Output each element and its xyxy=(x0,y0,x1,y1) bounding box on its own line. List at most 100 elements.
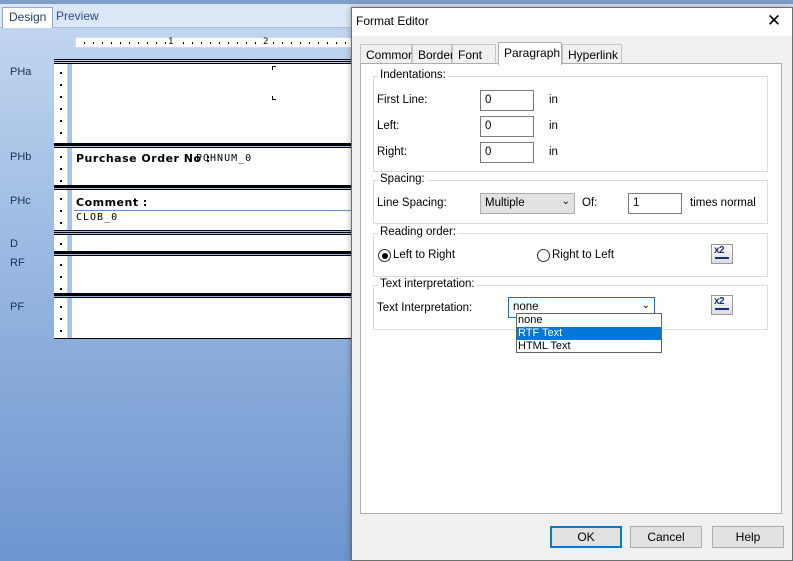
band-gutter-dot xyxy=(60,306,62,308)
ruler-tick xyxy=(291,42,292,44)
band-divider xyxy=(54,251,354,254)
band-gutter-dot xyxy=(60,132,62,134)
ruler-tick xyxy=(327,42,328,44)
po-value-field[interactable]: POHNUM_0 xyxy=(196,153,252,164)
format-editor-dialog: Format Editor ✕ Common Border Font Parag… xyxy=(351,7,793,561)
text-interpretation-label: Text Interpretation: xyxy=(377,302,473,314)
indentations-title: Indentations: xyxy=(378,69,448,81)
band-gutter-dot xyxy=(60,108,62,110)
dropdown-option-none[interactable]: none xyxy=(517,314,661,327)
spacing-title: Spacing: xyxy=(378,173,427,185)
po-label-field[interactable]: Purchase Order No : xyxy=(76,152,211,165)
reading-order-group: Reading order: Left to Right Right to Le… xyxy=(373,226,768,277)
ruler-tick xyxy=(102,42,103,44)
dialog-tabs: Common Border Font Paragraph Hyperlink xyxy=(360,42,780,65)
band-gutter-dot xyxy=(60,276,62,278)
tab-preview[interactable]: Preview xyxy=(50,7,105,28)
band-label-rf: RF xyxy=(10,257,25,269)
dropdown-option-html[interactable]: HTML Text xyxy=(517,340,661,353)
band-gutter-dot xyxy=(60,222,62,224)
dialog-titlebar[interactable]: Format Editor ✕ xyxy=(352,8,792,36)
times-normal-label: times normal xyxy=(690,197,756,209)
band-label-d: D xyxy=(10,238,18,250)
rtl-label[interactable]: Right to Left xyxy=(552,249,614,261)
ruler-tick xyxy=(93,42,94,44)
chevron-down-icon: ⌄ xyxy=(561,196,570,207)
left-indent-input[interactable]: 0 xyxy=(480,116,534,137)
ruler-tick xyxy=(156,42,157,44)
first-line-unit: in xyxy=(549,94,558,106)
band-gutter-dot xyxy=(60,264,62,266)
ruler-tick xyxy=(183,42,184,44)
spacing-of-input[interactable]: 1 xyxy=(628,193,682,214)
band-gutter-dot xyxy=(60,84,62,86)
text-interpretation-title: Text interpretation: xyxy=(378,278,477,290)
right-indent-unit: in xyxy=(549,146,558,158)
ruler-tick xyxy=(120,42,121,44)
band-divider xyxy=(54,230,354,233)
ok-button[interactable]: OK xyxy=(550,526,622,548)
indentations-group: Indentations: First Line: 0 in Left: 0 i… xyxy=(373,69,768,172)
ruler-mark-1: 1 xyxy=(168,37,174,47)
cancel-button[interactable]: Cancel xyxy=(630,526,702,548)
expression-icon[interactable]: x2 xyxy=(711,244,733,264)
ltr-label[interactable]: Left to Right xyxy=(393,249,455,261)
dropdown-option-rtf[interactable]: RTF Text xyxy=(517,327,661,340)
band-gutter-dot xyxy=(60,288,62,290)
ruler-tick xyxy=(309,42,310,44)
help-button[interactable]: Help xyxy=(712,526,784,548)
close-icon[interactable]: ✕ xyxy=(762,10,786,32)
band-pha[interactable] xyxy=(54,63,354,145)
ruler-tick xyxy=(282,42,283,44)
band-label-pf: PF xyxy=(10,301,25,313)
ruler-tick xyxy=(255,42,256,44)
ruler-tick xyxy=(165,42,166,44)
ruler-tick xyxy=(147,42,148,44)
dialog-title: Format Editor xyxy=(356,14,429,28)
band-gutter-dot xyxy=(60,210,62,212)
band-divider xyxy=(54,59,354,62)
ruler-tick xyxy=(111,42,112,44)
ruler-tick xyxy=(201,42,202,44)
ruler-tick xyxy=(300,42,301,44)
band-gutter-dot xyxy=(60,120,62,122)
first-line-label: First Line: xyxy=(377,94,428,106)
band-label-phb: PHb xyxy=(10,151,32,163)
line-spacing-select[interactable]: Multiple ⌄ xyxy=(480,193,575,214)
spacing-group: Spacing: Line Spacing: Multiple ⌄ Of: 1 … xyxy=(373,173,768,224)
comment-value-field[interactable]: CLOB_0 xyxy=(76,212,118,223)
right-indent-input[interactable]: 0 xyxy=(480,142,534,163)
tab-common[interactable]: Common xyxy=(360,44,415,64)
rtl-radio[interactable] xyxy=(537,249,550,262)
band-pf[interactable] xyxy=(54,297,354,339)
band-gutter-dot xyxy=(60,96,62,98)
of-label: Of: xyxy=(582,197,598,209)
band-gutter-dot xyxy=(60,243,62,245)
band-gutter-dot xyxy=(60,180,62,182)
chevron-down-icon: ⌄ xyxy=(641,300,650,311)
ruler-tick xyxy=(273,42,274,44)
tab-hyperlink[interactable]: Hyperlink xyxy=(562,44,622,64)
right-indent-label: Right: xyxy=(377,146,408,158)
band-phc[interactable]: Comment : CLOB_0 xyxy=(54,189,354,231)
ruler-tick xyxy=(228,42,229,44)
left-indent-label: Left: xyxy=(377,120,400,132)
band-label-phc: PHc xyxy=(10,195,31,207)
band-phb[interactable]: Purchase Order No : POHNUM_0 xyxy=(54,147,354,187)
comment-label-field[interactable]: Comment : xyxy=(76,196,148,209)
band-gutter-dot xyxy=(60,318,62,320)
band-gutter-dot xyxy=(60,168,62,170)
tab-border[interactable]: Border xyxy=(412,44,454,64)
tab-paragraph[interactable]: Paragraph xyxy=(498,42,562,65)
ruler-tick xyxy=(318,42,319,44)
ruler-tick xyxy=(210,42,211,44)
tab-design[interactable]: Design xyxy=(2,7,54,28)
horizontal-ruler: 1 2 xyxy=(75,37,365,48)
expression-icon[interactable]: x2 xyxy=(711,295,733,315)
band-rf[interactable] xyxy=(54,255,354,295)
first-line-input[interactable]: 0 xyxy=(480,90,534,111)
ruler-tick xyxy=(192,42,193,44)
tab-font[interactable]: Font xyxy=(452,44,496,64)
ltr-radio[interactable] xyxy=(378,249,391,262)
ruler-tick xyxy=(345,42,346,44)
